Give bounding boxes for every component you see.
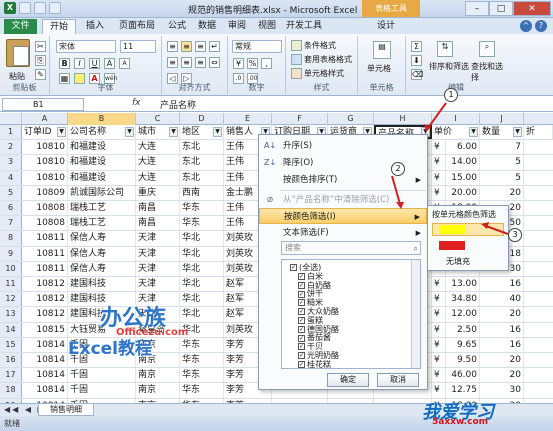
arrow-3: [485, 225, 509, 235]
callout-3: 3: [508, 228, 522, 242]
arrow-1: [427, 102, 447, 129]
arrow-3-head: [481, 222, 489, 229]
callout-arrows: [391, 102, 509, 235]
sheet-tab[interactable]: 销售明细: [38, 404, 94, 416]
arrow-2: [391, 175, 401, 205]
status-text: 就绪: [4, 419, 20, 428]
arrow-2-head: [396, 202, 404, 209]
watermark-url-2: 5axxw.com: [432, 417, 488, 427]
callout-2: 2: [391, 162, 405, 176]
callout-1: 1: [444, 88, 458, 102]
watermark-subtitle: Excel教程: [68, 339, 153, 359]
